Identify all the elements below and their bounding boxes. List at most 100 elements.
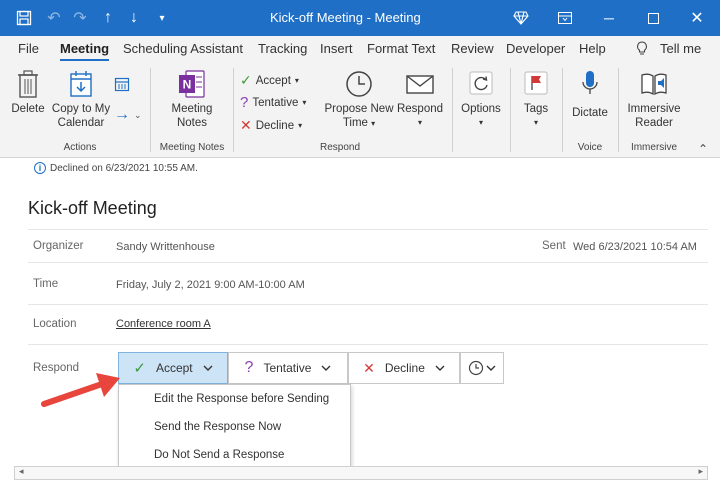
ribbon-decline-label: Decline [255,119,295,132]
scroll-left-icon[interactable]: ◂ [19,466,24,477]
meeting-notes-label-2: Notes [176,117,208,129]
close-icon[interactable]: ✕ [682,6,712,30]
tab-developer[interactable]: Developer [506,41,565,56]
tab-file[interactable]: File [18,41,39,56]
scroll-right-icon[interactable]: ▸ [698,466,703,477]
menu-item-send-now[interactable]: Send the Response Now [154,421,281,433]
ribbon-separator [150,68,151,152]
tab-scheduling-assistant[interactable]: Scheduling Assistant [123,41,243,56]
ribbon-separator [510,68,511,152]
svg-text:N: N [183,78,192,92]
delete-label: Delete [11,103,45,115]
minimize-icon[interactable]: ─ [594,6,624,30]
ribbon-display-icon[interactable] [550,6,580,30]
question-mark-icon: ? [244,359,254,376]
tab-review[interactable]: Review [451,41,494,56]
chevron-down-icon [203,365,213,371]
chevron-down-icon [435,365,445,371]
sent-label: Sent [542,240,566,252]
customize-toolbar-icon[interactable]: ▾ [152,8,172,28]
menu-item-edit-response[interactable]: Edit the Response before Sending [154,393,329,405]
divider [28,229,708,230]
chevron-down-icon: ⌄ [134,109,142,120]
chevron-down-icon: ▾ [294,76,299,85]
maximize-icon[interactable] [638,6,668,30]
tentative-button[interactable]: ? Tentative [228,352,348,384]
chevron-down-icon: ▾ [302,98,307,107]
calendar-copy-icon [70,71,92,97]
collapse-ribbon-icon[interactable]: ⌃ [698,142,708,156]
group-actions-label: Actions [63,142,97,153]
tell-me-search[interactable]: Tell me [660,41,701,56]
sent-value: Wed 6/23/2021 10:54 AM [573,241,697,253]
checkmark-icon: ✓ [133,360,146,377]
copy-label-2: Calendar [57,117,105,129]
declined-info-text: Declined on 6/23/2021 10:55 AM. [50,162,198,174]
ribbon-separator [562,68,563,152]
dictate-button[interactable]: Dictate [566,68,614,120]
question-mark-icon: ? [240,94,249,111]
dictate-label: Dictate [572,107,608,119]
chevron-down-icon: ▾ [371,119,376,128]
save-icon[interactable] [14,8,34,28]
diamond-icon[interactable] [506,6,536,30]
group-meeting-notes-label: Meeting Notes [159,142,225,153]
location-value[interactable]: Conference room A [116,318,211,330]
propose-new-time-button[interactable]: Propose New Time ▾ [322,68,396,131]
calendar-small-button[interactable] [114,76,130,92]
annotation-arrow-icon [41,373,120,407]
organizer-value[interactable]: Sandy Writtenhouse [116,241,215,253]
undo-icon[interactable]: ↶ [44,8,64,28]
group-immersive-label: Immersive [630,142,678,153]
ribbon-tabs: File Meeting Scheduling Assistant Tracki… [0,36,720,62]
chevron-down-icon: ▾ [417,118,422,127]
next-item-icon[interactable]: ↓ [124,8,144,28]
lightbulb-icon[interactable] [636,41,648,59]
location-label: Location [33,318,77,330]
trash-icon [18,70,38,98]
organizer-label: Organizer [33,240,84,252]
tags-button[interactable]: Tags ▾ [514,68,558,130]
ribbon-tentative-button[interactable]: ? Tentative ▾ [240,94,306,111]
refresh-icon [469,71,493,95]
flag-icon [524,71,548,95]
respond-label: Respond [396,103,444,115]
accept-dropdown-menu: Edit the Response before Sending Send th… [118,384,351,470]
calendar-icon [114,77,130,92]
accept-button[interactable]: ✓ Accept [118,352,228,384]
envelope-icon [406,75,434,94]
divider [28,262,708,263]
tab-insert[interactable]: Insert [320,41,353,56]
tab-tracking[interactable]: Tracking [258,41,307,56]
menu-item-do-not-send[interactable]: Do Not Send a Response [154,449,284,461]
chevron-down-icon: ▾ [478,118,483,127]
ribbon-decline-button[interactable]: ✕ Decline ▾ [240,117,302,134]
previous-item-icon[interactable]: ↑ [98,8,118,28]
tab-format-text[interactable]: Format Text [367,41,435,56]
decline-button[interactable]: ✕ Decline [348,352,460,384]
delete-button[interactable]: Delete [8,68,48,116]
chevron-down-icon: ▾ [298,121,303,130]
info-bar: i Declined on 6/23/2021 10:55 AM. [34,162,198,174]
divider [28,304,708,305]
tab-help[interactable]: Help [579,41,606,56]
microphone-icon [582,71,598,94]
forward-arrow-icon: → [114,106,130,123]
immersive-reader-icon [641,73,667,96]
meeting-notes-button[interactable]: N Meeting Notes [160,68,224,130]
copy-to-my-calendar-button[interactable]: Copy to My Calendar [50,68,112,130]
options-button[interactable]: Options ▾ [456,68,506,130]
meeting-subject: Kick-off Meeting [28,198,157,218]
propose-time-button[interactable] [460,352,504,384]
ribbon-accept-button[interactable]: ✓ Accept ▾ [240,72,299,89]
x-icon: ✕ [363,359,375,376]
group-voice-label: Voice [577,142,603,153]
redo-icon[interactable]: ↷ [70,8,90,28]
tab-meeting[interactable]: Meeting [60,41,110,61]
forward-button[interactable]: → ⌄ [114,106,142,124]
immersive-label-1: Immersive [627,103,681,115]
immersive-reader-button[interactable]: Immersive Reader [622,68,686,130]
respond-button[interactable]: Respond ▾ [396,68,444,130]
horizontal-scrollbar[interactable]: ◂ ▸ [14,466,708,480]
propose-label-1: Propose New [324,103,394,115]
